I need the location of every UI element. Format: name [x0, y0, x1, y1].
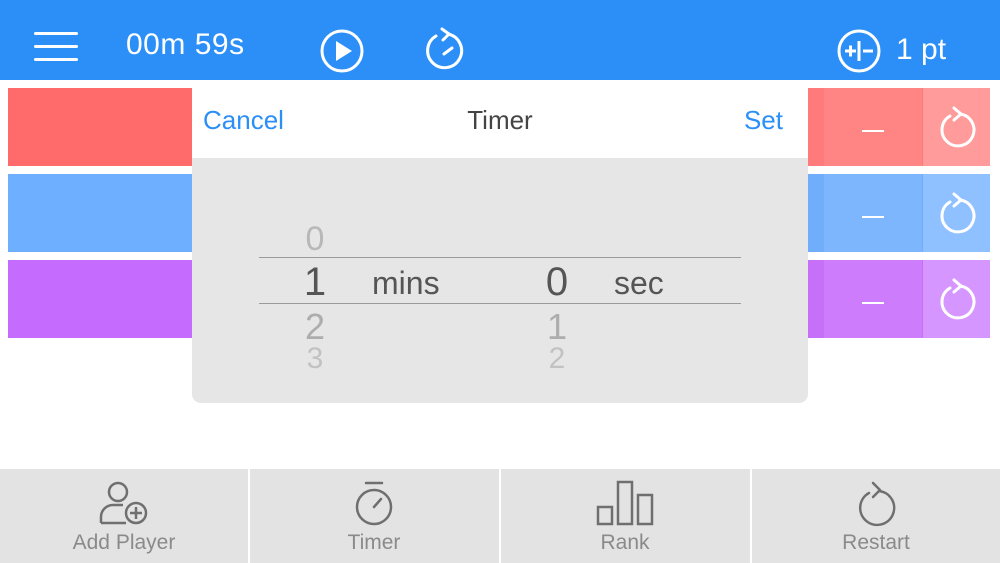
rank-label: Rank [600, 531, 650, 554]
reset-icon [940, 106, 976, 148]
decrement-button[interactable] [824, 88, 922, 166]
reset-timer-icon[interactable] [420, 26, 468, 74]
minutes-option[interactable]: 3 [290, 342, 340, 372]
top-bar: 00m 59s 1 pt [0, 0, 1000, 80]
seconds-option[interactable]: 2 [532, 342, 582, 372]
points-step-label[interactable]: 1 pt [896, 33, 946, 67]
rank-button[interactable]: Rank [501, 469, 749, 563]
minutes-option[interactable]: 0 [290, 220, 340, 259]
timer-button[interactable]: Timer [250, 469, 498, 563]
player-color-block[interactable] [8, 88, 192, 166]
stopwatch-icon [352, 479, 396, 529]
set-button[interactable]: Set [744, 105, 783, 136]
seconds-selected[interactable]: 0 [532, 260, 582, 305]
player-color-block[interactable] [8, 174, 192, 252]
play-icon[interactable] [319, 28, 365, 74]
reset-icon [940, 192, 976, 234]
reset-score-button[interactable] [923, 174, 990, 252]
decrement-button[interactable] [824, 174, 922, 252]
restart-button[interactable]: Restart [752, 469, 1000, 563]
add-player-icon [96, 479, 152, 527]
add-player-label: Add Player [72, 531, 176, 554]
seconds-unit-label: sec [614, 265, 664, 301]
timer-display[interactable]: 00m 59s [126, 28, 245, 62]
add-player-button[interactable]: Add Player [0, 469, 248, 563]
timer-label: Timer [347, 531, 401, 554]
player-color-block[interactable] [8, 260, 192, 338]
reset-score-button[interactable] [923, 88, 990, 166]
bottom-toolbar: Add Player Timer Rank Restart [0, 469, 1000, 563]
reset-icon [940, 278, 976, 320]
minutes-selected[interactable]: 1 [290, 260, 340, 305]
minutes-unit-label: mins [372, 265, 440, 301]
decrement-button[interactable] [824, 260, 922, 338]
plus-minus-icon[interactable] [836, 28, 882, 74]
restart-label: Restart [842, 531, 910, 554]
picker-title: Timer [467, 105, 533, 135]
restart-icon [854, 479, 898, 529]
reset-score-button[interactable] [923, 260, 990, 338]
timer-picker-dialog: Cancel Timer Set 0 1 2 3 mins 0 1 2 sec [192, 80, 808, 403]
bar-chart-icon [595, 479, 655, 527]
hamburger-menu-icon[interactable] [34, 32, 78, 64]
picker-toolbar: Cancel Timer Set [192, 80, 808, 158]
